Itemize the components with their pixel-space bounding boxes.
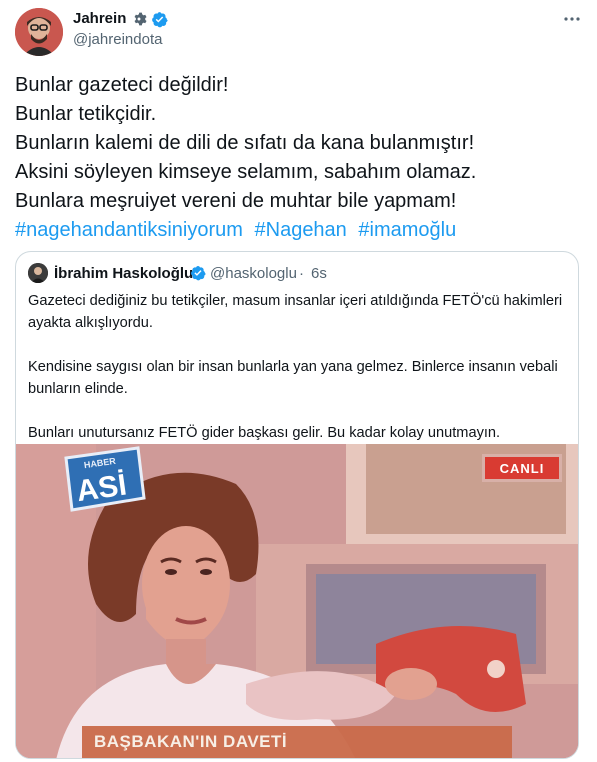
- channel-logo: HABER ASİ: [60, 444, 148, 518]
- hashtag-link[interactable]: #Nagehan: [255, 219, 347, 241]
- gear-icon: [131, 11, 147, 27]
- hashtag-link[interactable]: #nagehandantiksiniyorum: [15, 219, 243, 241]
- tweet-line: Aksini söyleyen kimseye selamım, sabahım…: [15, 161, 477, 183]
- tweet-line: Bunlar tetikçidir.: [15, 103, 157, 125]
- quoted-timestamp[interactable]: 6s: [311, 265, 327, 282]
- author-name[interactable]: Jahrein: [73, 10, 126, 27]
- quoted-author-avatar: [28, 263, 48, 283]
- quoted-paragraph: Kendisine saygısı olan bir insan bunlarl…: [28, 359, 558, 397]
- channel-logo-main: ASİ: [75, 468, 129, 508]
- more-options-icon[interactable]: [562, 9, 582, 29]
- quoted-author-name: İbrahim Haskoloğlu: [54, 265, 194, 282]
- author-avatar[interactable]: [15, 8, 63, 56]
- live-badge: CANLI: [482, 454, 562, 482]
- news-ticker-text: BAŞBAKAN'IN DAVETİ: [94, 732, 288, 751]
- tweet-line: Bunlara meşruiyet vereni de muhtar bile …: [15, 190, 457, 212]
- verified-badge-icon: [151, 11, 168, 28]
- author-handle[interactable]: @jahreindota: [73, 31, 162, 48]
- hashtags-line: #nagehandantiksiniyorum #Nagehan #imamoğ…: [15, 216, 585, 245]
- hashtag-link[interactable]: #imamoğlu: [358, 219, 456, 241]
- quoted-tweet-card[interactable]: İbrahim Haskoloğlu @haskologlu · 6s Gaze…: [15, 251, 579, 759]
- quoted-tweet-text: Gazeteci dediğiniz bu tetikçiler, masum …: [28, 290, 568, 466]
- quoted-paragraph: Gazeteci dediğiniz bu tetikçiler, masum …: [28, 293, 563, 331]
- quoted-author-handle: @haskologlu: [210, 265, 297, 282]
- tweet-line: Bunların kalemi de dili de sıfatı da kan…: [15, 132, 475, 154]
- verified-badge-icon: [190, 265, 206, 281]
- tweet-text: Bunlar gazeteci değildir! Bunlar tetikçi…: [15, 71, 585, 245]
- separator-dot: ·: [299, 265, 304, 282]
- tweet-line: Bunlar gazeteci değildir!: [15, 74, 229, 96]
- quoted-paragraph: Bunları unutursanız FETÖ gider başkası g…: [28, 425, 501, 441]
